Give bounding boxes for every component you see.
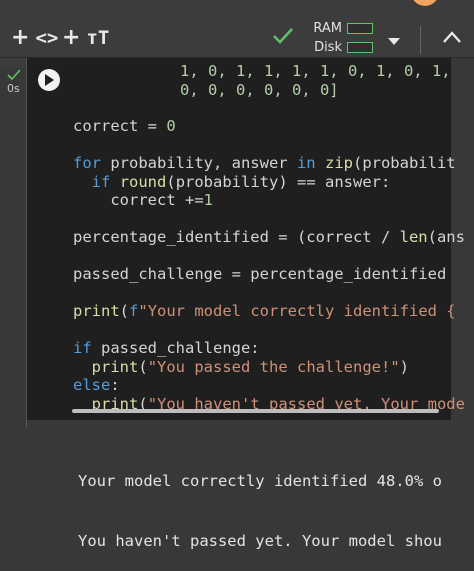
code-line: 0, 0, 0, 0, 0, 0] <box>180 81 339 99</box>
play-icon <box>45 74 54 86</box>
code-line: correct +=1 <box>73 191 213 209</box>
ram-label: RAM <box>313 20 342 36</box>
toolbar-separator <box>420 26 421 54</box>
code-line: 1, 0, 1, 1, 1, 1, 0, 1, 0, 1, <box>180 62 451 80</box>
code-line: else: <box>73 376 120 394</box>
code-line: if passed_challenge: <box>73 339 260 357</box>
add-text-cell-button[interactable]: + тТ <box>62 25 109 50</box>
resources-dropdown-icon[interactable] <box>387 31 401 50</box>
code-line: passed_challenge = percentage_identified <box>73 265 456 283</box>
plus-icon: + <box>11 25 30 50</box>
disk-usage-bar <box>347 41 373 53</box>
execution-time: 0s <box>7 82 20 95</box>
horizontal-scrollbar[interactable] <box>72 409 439 413</box>
plus-icon: + <box>62 25 81 50</box>
cell-output: Your model correctly identified 48.0% o … <box>78 431 442 571</box>
code-content: 1, 0, 1, 1, 1, 1, 0, 1, 0, 1, 0, 0, 0, 0… <box>73 60 465 413</box>
resources-indicator[interactable]: RAM Disk <box>311 19 373 56</box>
text-format-icon: тТ <box>86 26 110 49</box>
cell-status-gutter <box>0 58 26 482</box>
chevron-up-icon[interactable] <box>442 29 462 48</box>
code-line: print(f"Your model correctly identified … <box>73 302 456 320</box>
code-icon: <> <box>35 26 59 49</box>
code-line: percentage_identified = (correct / len(a… <box>73 228 465 246</box>
output-line: You haven't passed yet. Your model shou <box>78 532 442 550</box>
disk-label: Disk <box>314 39 342 55</box>
account-avatar[interactable] <box>411 0 439 6</box>
code-line: print("You passed the challenge!") <box>91 358 409 376</box>
output-line: Your model correctly identified 48.0% o <box>78 472 442 490</box>
code-line: correct = 0 <box>73 117 176 135</box>
ram-usage-bar <box>347 22 373 34</box>
code-line: for probability, answer in zip(probabili… <box>73 154 456 172</box>
code-line: if round(probability) == answer: <box>91 173 391 191</box>
run-cell-button[interactable] <box>38 69 60 91</box>
add-code-cell-button[interactable]: + <> <box>11 25 58 50</box>
connected-check-icon <box>272 26 294 50</box>
